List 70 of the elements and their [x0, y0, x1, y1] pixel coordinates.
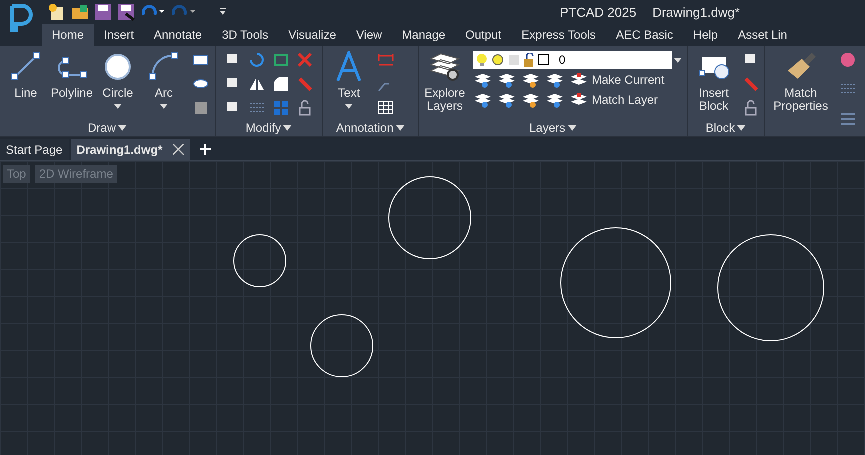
layer-tool-icon[interactable]: [521, 71, 541, 89]
table-icon[interactable]: [377, 99, 396, 117]
ribbon-tab[interactable]: Visualize: [278, 24, 346, 46]
layer-tool-icon[interactable]: [473, 71, 493, 89]
layer-dropdown[interactable]: 0: [473, 51, 686, 69]
ribbon-tab[interactable]: Output: [456, 24, 512, 46]
document-name: Drawing1.dwg*: [652, 4, 740, 20]
ribbon-tab[interactable]: 3D Tools: [212, 24, 279, 46]
caret-icon[interactable]: [396, 125, 405, 131]
lock-icon[interactable]: [523, 53, 535, 67]
circle-shape: [234, 234, 286, 288]
caret-icon[interactable]: [114, 104, 122, 109]
color-wheel-icon[interactable]: [839, 51, 857, 69]
open-folder-icon[interactable]: [71, 3, 89, 21]
ribbon-tool-button[interactable]: Explore Layers: [423, 51, 467, 120]
caret-icon[interactable]: [283, 125, 292, 131]
app-name: PTCAD 2025: [560, 4, 637, 20]
ribbon-tab[interactable]: Home: [42, 24, 94, 46]
ribbon-tab[interactable]: Express Tools: [512, 24, 606, 46]
panel-title[interactable]: Block: [692, 120, 760, 136]
new-file-icon[interactable]: [48, 3, 66, 21]
fillet-icon[interactable]: [272, 75, 290, 93]
caret-icon[interactable]: [674, 58, 682, 62]
line-icon: [9, 51, 43, 83]
ribbon-tab[interactable]: Annotate: [144, 24, 212, 46]
layer-name: 0: [559, 53, 566, 67]
ribbon-tool-button[interactable]: Text: [327, 51, 372, 120]
ribbon-tab[interactable]: Insert: [94, 24, 144, 46]
caret-icon[interactable]: [568, 125, 577, 131]
ribbon-tab[interactable]: View: [346, 24, 392, 46]
caret-icon[interactable]: [345, 104, 354, 109]
sun-icon[interactable]: [491, 53, 505, 67]
lightbulb-icon[interactable]: [476, 53, 488, 67]
document-tab[interactable]: Start Page: [0, 139, 69, 160]
layer-tool-icon[interactable]: [545, 91, 565, 109]
document-tab[interactable]: Drawing1.dwg*: [70, 139, 190, 160]
new-tab-icon[interactable]: [200, 144, 211, 155]
save-icon[interactable]: [94, 3, 112, 21]
ribbon-tool-button[interactable]: Arc: [142, 51, 186, 120]
layers-magnifier-icon: [428, 51, 462, 83]
caret-icon[interactable]: [737, 125, 746, 131]
layer-tool-icon[interactable]: [473, 91, 493, 109]
ribbon-tab[interactable]: AEC Basic: [606, 24, 684, 46]
ribbon-tool-button[interactable]: Match Properties: [769, 51, 833, 136]
ribbon-tab[interactable]: Asset Lin: [728, 24, 798, 46]
layer-tool-icon[interactable]: [497, 91, 517, 109]
ribbon-tool-button[interactable]: Circle: [96, 51, 140, 120]
layer-tool-icon[interactable]: [521, 91, 541, 109]
layer-action-button[interactable]: Make Current: [569, 71, 665, 89]
save-as-icon[interactable]: [117, 3, 135, 21]
circle-shape: [310, 314, 374, 378]
ribbon-tab[interactable]: Help: [683, 24, 728, 46]
layer-tool-icon[interactable]: [545, 71, 565, 89]
rotate-icon[interactable]: [248, 51, 266, 69]
caret-icon[interactable]: [118, 125, 127, 131]
ribbon-tab[interactable]: Manage: [392, 24, 456, 46]
panel-title[interactable]: Modify: [220, 120, 318, 136]
ribbon-tool-button[interactable]: Polyline: [50, 51, 94, 120]
arc-icon: [147, 51, 181, 83]
panel-title[interactable]: Layers: [423, 120, 683, 136]
color-swatch-icon[interactable]: [538, 54, 550, 66]
ribbon-tool-button[interactable]: Insert Block: [692, 51, 736, 120]
close-icon[interactable]: [172, 144, 184, 155]
ribbon-tool-button[interactable]: Line: [4, 51, 48, 120]
customize-icon[interactable]: [218, 7, 228, 17]
caret-icon[interactable]: [160, 104, 168, 109]
layer-action-button[interactable]: Match Layer: [569, 91, 658, 109]
layer-tool-icon[interactable]: [497, 71, 517, 89]
panel-title[interactable]: Draw: [4, 120, 211, 136]
panel-title[interactable]: Annotation: [327, 120, 414, 136]
